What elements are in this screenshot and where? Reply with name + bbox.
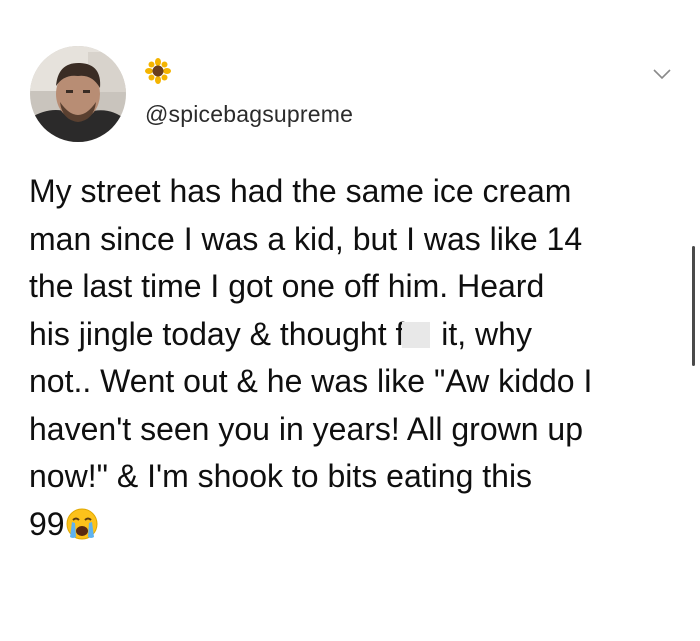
sunflower-icon	[145, 58, 171, 84]
avatar-photo	[30, 46, 126, 142]
crying-face-icon	[66, 508, 98, 539]
tweet-line: man since I was a kid, but I was like 14	[29, 220, 583, 257]
tweet-line: My street has had the same ice cream	[29, 173, 572, 209]
tweet-line: his jingle today & thought f it, why	[29, 311, 679, 359]
tweet-header: @spicebagsupreme	[0, 0, 700, 150]
censor-bar	[402, 321, 431, 348]
tweet-line-part: it, why	[432, 315, 532, 352]
tweet-line: not.. Went out & he was like "Aw kiddo I	[29, 363, 593, 399]
tweet-card: @spicebagsupreme My street has had the s…	[0, 0, 700, 641]
chevron-down-icon[interactable]	[651, 66, 673, 82]
scrollbar[interactable]	[692, 246, 695, 366]
tweet-line: the last time I got one off him. Heard	[29, 268, 545, 304]
avatar[interactable]	[30, 46, 126, 142]
user-handle[interactable]: @spicebagsupreme	[145, 101, 353, 128]
tweet-line: now!" & I'm shook to bits eating this	[29, 458, 533, 494]
tweet-line-part: his jingle today & thought f	[29, 315, 405, 352]
tweet-line-part: 99	[29, 505, 65, 542]
tweet-line: 99	[29, 501, 679, 549]
tweet-line: haven't seen you in years! All grown up	[29, 410, 583, 447]
tweet-text: My street has had the same ice cream man…	[29, 168, 679, 548]
